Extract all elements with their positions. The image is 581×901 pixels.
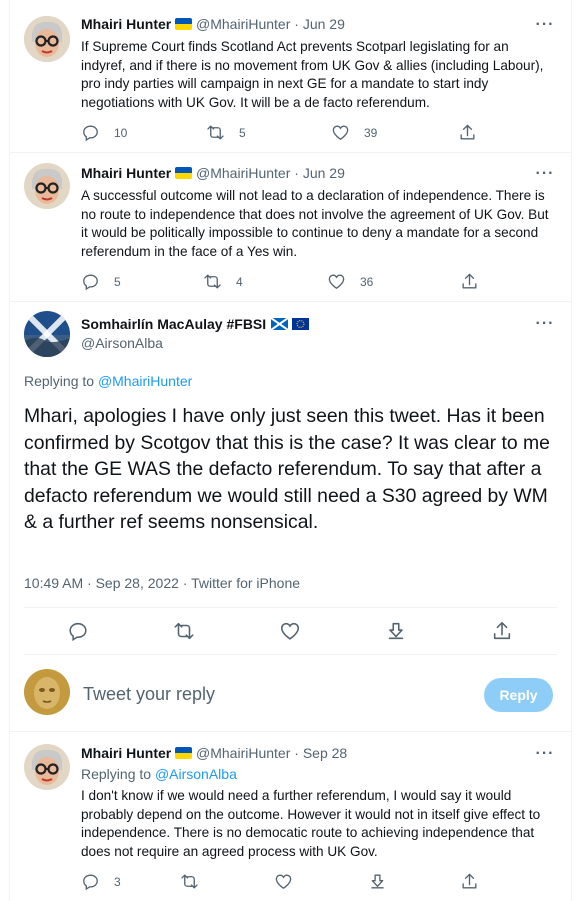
replying-to-line: Replying to @AirsonAlba	[81, 766, 237, 782]
author-handle[interactable]: @AirsonAlba	[81, 335, 163, 351]
tweet-date[interactable]: Sep 28	[303, 745, 347, 761]
like-button[interactable]	[274, 872, 293, 891]
share-button[interactable]	[460, 272, 479, 291]
avatar-mhairi-hunter[interactable]	[24, 744, 70, 790]
retweet-icon	[181, 874, 198, 889]
avatar-somhairlin-macaulay[interactable]	[24, 311, 70, 357]
divider	[24, 607, 557, 608]
retweet-button[interactable]: 5	[206, 123, 246, 142]
separator: ·	[294, 745, 299, 761]
tweet-text: I don't know if we would need a further …	[81, 788, 541, 859]
more-icon[interactable]: ···	[533, 17, 557, 34]
bookmark-button[interactable]	[385, 620, 407, 642]
avatar-current-user[interactable]	[24, 669, 70, 715]
divider	[24, 654, 557, 655]
like-icon	[280, 622, 300, 640]
reply-count: 5	[114, 274, 121, 289]
share-icon	[462, 873, 477, 889]
retweet-icon	[204, 274, 221, 289]
replying-to-prefix: Replying to	[24, 373, 95, 389]
ukraine-flag-icon	[175, 18, 193, 30]
more-icon[interactable]: ···	[533, 746, 557, 763]
reply-button[interactable]: 5	[81, 272, 121, 291]
bookmark-icon	[371, 874, 384, 889]
retweet-button[interactable]	[180, 872, 199, 891]
reply-icon	[83, 125, 98, 142]
reply-input[interactable]: Tweet your reply	[83, 684, 215, 705]
like-icon	[328, 274, 345, 290]
retweet-count: 5	[239, 125, 246, 140]
avatar-mhairi-hunter[interactable]	[24, 16, 70, 62]
like-count: 36	[360, 274, 374, 289]
author-name[interactable]: Mhairi Hunter	[81, 745, 171, 761]
replying-to-link[interactable]: @MhairiHunter	[98, 373, 192, 389]
retweet-button[interactable]: 4	[203, 272, 243, 291]
tweet-date[interactable]: Jun 29	[303, 16, 345, 32]
author-handle[interactable]: @MhairiHunter	[196, 745, 290, 761]
bookmark-icon	[388, 622, 404, 640]
like-count: 39	[364, 125, 378, 140]
retweet-count: 4	[236, 274, 243, 289]
divider	[9, 152, 572, 153]
bookmark-button[interactable]	[368, 872, 387, 891]
author-name[interactable]: Somhairlín MacAulay #FBSI	[81, 316, 266, 332]
reply-icon	[83, 874, 98, 891]
share-icon	[462, 273, 477, 289]
share-button[interactable]	[460, 872, 479, 891]
author-handle[interactable]: @MhairiHunter	[196, 16, 290, 32]
author-handle[interactable]: @MhairiHunter	[196, 165, 290, 181]
tweet-text: A successful outcome will not lead to a …	[81, 188, 549, 259]
share-button[interactable]	[491, 620, 513, 642]
reply-submit-button[interactable]: Reply	[484, 678, 553, 712]
ukraine-flag-icon	[175, 747, 193, 759]
avatar-mhairi-hunter[interactable]	[24, 163, 70, 209]
retweet-icon	[207, 125, 224, 140]
replying-to-prefix: Replying to	[81, 766, 152, 782]
reply-count: 3	[114, 874, 121, 889]
divider	[9, 731, 572, 732]
share-icon	[493, 621, 511, 640]
like-button[interactable]: 39	[331, 123, 377, 142]
like-button[interactable]: 36	[327, 272, 373, 291]
reply-button[interactable]: 10	[81, 123, 127, 142]
like-button[interactable]	[279, 620, 301, 642]
divider	[9, 301, 572, 302]
main-tweet-text: Mhari, apologies I have only just seen t…	[24, 405, 550, 533]
tweet-text: If Supreme Court finds Scotland Act prev…	[81, 39, 544, 110]
timeline-left-border	[9, 0, 10, 901]
replying-to-line: Replying to @MhairiHunter	[24, 373, 192, 389]
tweet-date[interactable]: Jun 29	[303, 165, 345, 181]
reply-button[interactable]: 3	[81, 872, 121, 891]
eu-flag-icon	[292, 317, 310, 335]
reply-button[interactable]	[67, 620, 89, 642]
timeline-right-border	[571, 0, 572, 901]
retweet-button[interactable]	[173, 620, 195, 642]
separator: ·	[294, 165, 299, 181]
like-icon	[332, 125, 349, 141]
separator: ·	[294, 16, 299, 32]
reply-icon	[69, 622, 87, 642]
ukraine-flag-icon	[175, 167, 193, 179]
like-icon	[275, 874, 292, 890]
reply-count: 10	[114, 125, 128, 140]
share-button[interactable]	[458, 123, 477, 142]
share-icon	[460, 124, 475, 140]
author-name[interactable]: Mhairi Hunter	[81, 165, 171, 181]
reply-icon	[83, 274, 98, 291]
scotland-flag-icon	[270, 317, 289, 335]
more-icon[interactable]: ···	[533, 316, 557, 333]
more-icon[interactable]: ···	[533, 166, 557, 183]
replying-to-link[interactable]: @AirsonAlba	[155, 766, 237, 782]
retweet-icon	[174, 622, 194, 640]
tweet-timestamp[interactable]: 10:49 AM · Sep 28, 2022 · Twitter for iP…	[24, 575, 300, 591]
author-name[interactable]: Mhairi Hunter	[81, 16, 171, 32]
